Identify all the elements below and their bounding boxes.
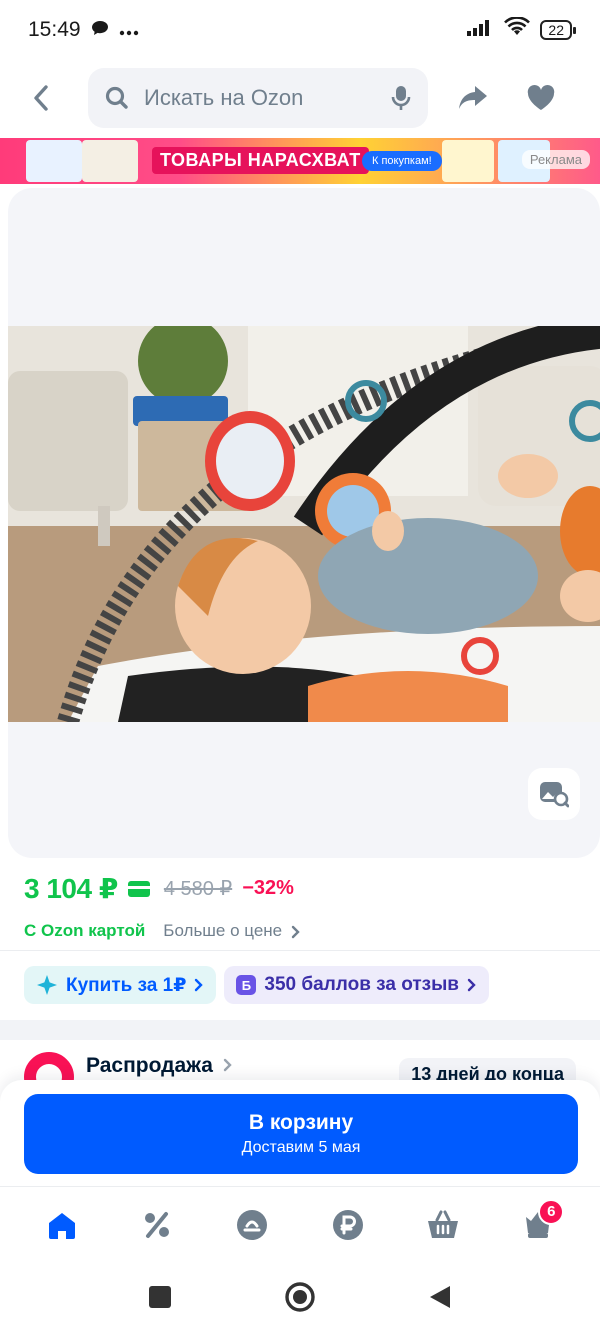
notification-badge: 6 [538, 1198, 565, 1225]
basket-icon [427, 1210, 458, 1238]
share-button[interactable] [450, 75, 496, 121]
nav-profile[interactable]: 6 [508, 1195, 568, 1255]
promo-cta-button[interactable]: К покупкам! [362, 151, 442, 171]
bonus-points-icon: Б [236, 975, 257, 995]
square-icon [149, 1286, 171, 1308]
fresh-icon [237, 1209, 268, 1240]
product-page: 15:49 22 Искать на Ozon ТОВАРЫ НАРАСХВАТ… [0, 0, 600, 1332]
product-photo[interactable] [8, 326, 600, 722]
favorite-button[interactable] [518, 75, 564, 121]
battery-indicator: 22 [540, 20, 576, 40]
nav-cart[interactable] [413, 1195, 473, 1255]
chevron-right-icon [467, 978, 476, 992]
microphone-icon[interactable] [390, 84, 412, 112]
status-bar: 15:49 22 [0, 0, 600, 60]
more-notifications-icon [119, 18, 139, 42]
recent-apps-button[interactable] [140, 1277, 180, 1317]
product-gallery[interactable] [8, 188, 600, 858]
sale-title[interactable]: Распродажа [86, 1054, 233, 1078]
promo-chips: Купить за 1₽ Б 350 баллов за отзыв [24, 966, 489, 1004]
nav-promotions[interactable] [127, 1195, 187, 1255]
battery-level: 22 [548, 22, 564, 38]
chevron-left-icon [34, 85, 48, 111]
status-time: 15:49 [28, 18, 81, 41]
search-input[interactable]: Искать на Ozon [88, 68, 428, 128]
search-icon [105, 86, 128, 109]
sparkle-icon [37, 975, 57, 995]
wifi-icon [504, 16, 531, 43]
more-about-price-label: Больше о цене [163, 921, 283, 940]
divider [0, 950, 600, 951]
promo-title: ТОВАРЫ НАРАСХВАТ [152, 147, 369, 174]
add-to-cart-button[interactable]: В корзину Доставим 5 мая [24, 1094, 578, 1174]
percent-icon [144, 1211, 169, 1238]
chevron-right-icon [223, 1058, 232, 1072]
promo-banner[interactable]: ТОВАРЫ НАРАСХВАТ К покупкам! Реклама [0, 138, 600, 184]
price-block: 3 104 ₽ 4 580 ₽ −32% С Ozon картой Больш… [24, 872, 584, 941]
back-button[interactable] [18, 75, 64, 121]
search-placeholder: Искать на Ozon [144, 85, 304, 110]
review-bonus-label: 350 баллов за отзыв [264, 974, 459, 995]
heart-icon [527, 85, 555, 110]
back-system-button[interactable] [420, 1277, 460, 1317]
ozon-card-icon [127, 880, 150, 897]
more-about-price-link[interactable]: Больше о цене [163, 921, 301, 941]
old-price: 4 580 ₽ [163, 878, 233, 900]
top-bar: Искать на Ozon [0, 60, 600, 136]
nav-ozon-bank[interactable] [318, 1195, 378, 1255]
nav-home[interactable] [32, 1195, 92, 1255]
section-gap [0, 1020, 600, 1040]
home-system-button[interactable] [280, 1277, 320, 1317]
share-icon [459, 86, 487, 109]
buy-for-one-ruble-chip[interactable]: Купить за 1₽ [24, 966, 217, 1004]
nav-fresh[interactable] [222, 1195, 282, 1255]
review-bonus-chip[interactable]: Б 350 баллов за отзыв [224, 966, 489, 1004]
delivery-date: Доставим 5 мая [241, 1139, 361, 1156]
cart-panel: В корзину Доставим 5 мая [0, 1080, 600, 1186]
chat-notification-icon [91, 18, 109, 42]
promo-product-image [442, 140, 494, 182]
image-search-icon [540, 782, 569, 808]
ozon-card-label[interactable]: С Ozon картой [24, 921, 145, 941]
buy-for-one-ruble-label: Купить за 1₽ [66, 974, 187, 996]
circle-icon [285, 1282, 315, 1312]
system-navigation [0, 1262, 600, 1332]
ruble-icon [332, 1209, 363, 1240]
sale-title-label: Распродажа [86, 1054, 213, 1077]
promo-product-image [26, 140, 82, 182]
triangle-back-icon [430, 1286, 450, 1308]
visual-search-button[interactable] [528, 768, 580, 820]
home-icon [48, 1212, 75, 1239]
ad-label: Реклама [521, 150, 590, 169]
card-price: 3 104 ₽ [24, 873, 118, 904]
promo-product-image [82, 140, 138, 182]
chevron-right-icon [291, 925, 300, 938]
discount-badge: −32% [242, 877, 294, 899]
chevron-right-icon [195, 978, 204, 992]
baby-play-gym-image [8, 326, 600, 722]
bottom-navigation: 6 [0, 1186, 600, 1262]
signal-icon [466, 18, 494, 42]
add-to-cart-label: В корзину [248, 1111, 354, 1134]
